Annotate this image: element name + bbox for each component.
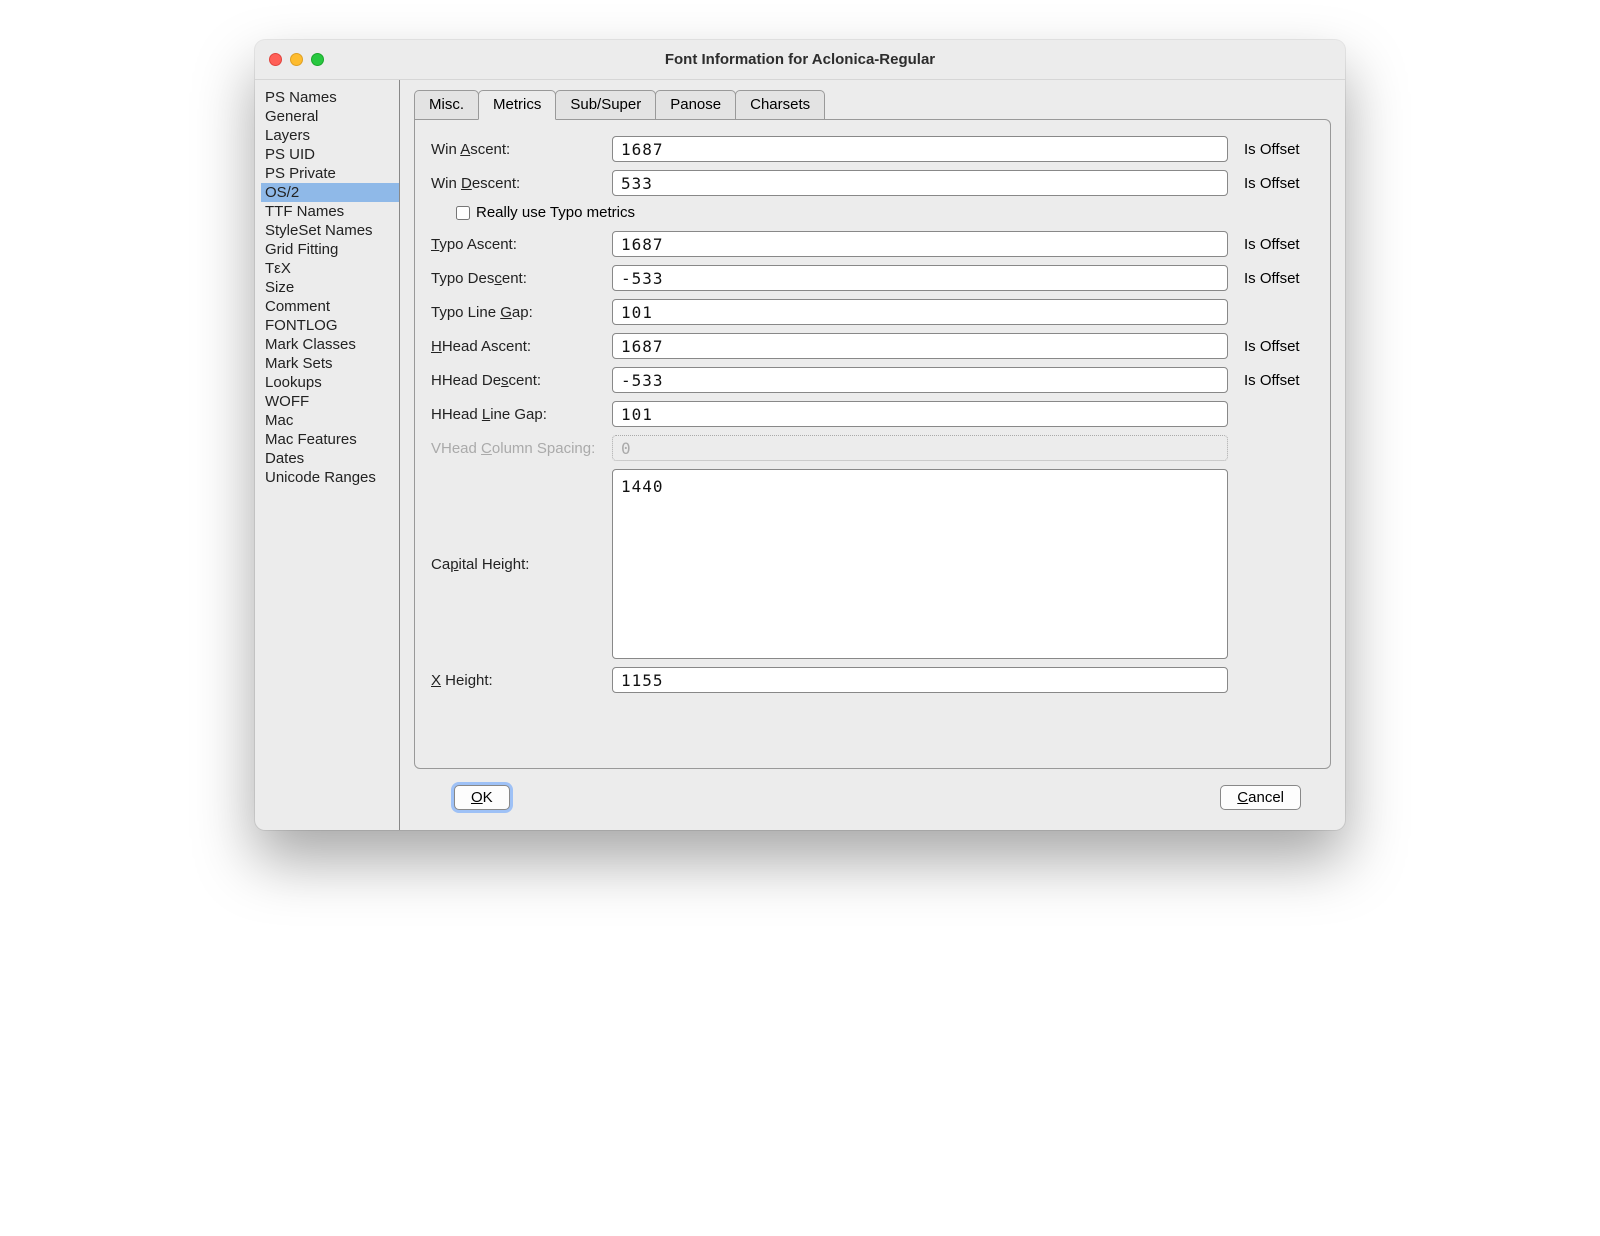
win-descent-input[interactable]	[612, 170, 1228, 196]
win-ascent-input[interactable]	[612, 136, 1228, 162]
win-ascent-label: Win Ascent:	[431, 141, 606, 158]
dialog-footer: OK Cancel	[414, 769, 1331, 830]
window-body: PS NamesGeneralLayersPS UIDPS PrivateOS/…	[255, 80, 1345, 830]
sidebar-item-ps-private[interactable]: PS Private	[261, 164, 399, 183]
hhead-line-gap-label: HHead Line Gap:	[431, 406, 606, 423]
sidebar-item-unicode-ranges[interactable]: Unicode Ranges	[261, 468, 399, 487]
sidebar-item-ps-names[interactable]: PS Names	[261, 88, 399, 107]
sidebar-item-mark-sets[interactable]: Mark Sets	[261, 354, 399, 373]
really-use-typo-checkbox[interactable]	[456, 206, 470, 220]
cancel-button[interactable]: Cancel	[1220, 785, 1301, 810]
sidebar-item-grid-fitting[interactable]: Grid Fitting	[261, 240, 399, 259]
metrics-panel: Win Ascent: Is Offset Win Descent: Is Of…	[414, 119, 1331, 769]
sidebar-item-mac[interactable]: Mac	[261, 411, 399, 430]
is-offset-label[interactable]: Is Offset	[1234, 338, 1314, 355]
sidebar-item-t-x[interactable]: TεX	[261, 259, 399, 278]
sidebar-item-woff[interactable]: WOFF	[261, 392, 399, 411]
hhead-descent-input[interactable]	[612, 367, 1228, 393]
vhead-col-spacing-label: VHead Column Spacing:	[431, 440, 606, 457]
vhead-col-spacing-input	[612, 435, 1228, 461]
x-height-input[interactable]	[612, 667, 1228, 693]
tab-bar: Misc.MetricsSub/SuperPanoseCharsets	[414, 90, 1331, 119]
sidebar-item-styleset-names[interactable]: StyleSet Names	[261, 221, 399, 240]
main-panel: Misc.MetricsSub/SuperPanoseCharsets Win …	[400, 80, 1345, 830]
is-offset-label[interactable]: Is Offset	[1234, 270, 1314, 287]
is-offset-label[interactable]: Is Offset	[1234, 236, 1314, 253]
titlebar: Font Information for Aclonica-Regular	[255, 40, 1345, 80]
sidebar-item-mark-classes[interactable]: Mark Classes	[261, 335, 399, 354]
tab-misc-[interactable]: Misc.	[414, 90, 479, 119]
sidebar-item-os-2[interactable]: OS/2	[261, 183, 399, 202]
sidebar-item-dates[interactable]: Dates	[261, 449, 399, 468]
really-use-typo-row[interactable]: Really use Typo metrics	[431, 204, 1314, 221]
hhead-ascent-label: HHead Ascent:	[431, 338, 606, 355]
is-offset-label[interactable]: Is Offset	[1234, 175, 1314, 192]
x-height-label: X Height:	[431, 672, 606, 689]
hhead-descent-label: HHead Descent:	[431, 372, 606, 389]
sidebar: PS NamesGeneralLayersPS UIDPS PrivateOS/…	[255, 80, 400, 830]
typo-ascent-label: Typo Ascent:	[431, 236, 606, 253]
ok-button[interactable]: OK	[454, 785, 510, 810]
sidebar-item-comment[interactable]: Comment	[261, 297, 399, 316]
tab-sub-super[interactable]: Sub/Super	[555, 90, 656, 119]
capital-height-label: Capital Height:	[431, 556, 606, 573]
hhead-ascent-input[interactable]	[612, 333, 1228, 359]
typo-descent-label: Typo Descent:	[431, 270, 606, 287]
window-title: Font Information for Aclonica-Regular	[255, 51, 1345, 68]
typo-ascent-input[interactable]	[612, 231, 1228, 257]
typo-descent-input[interactable]	[612, 265, 1228, 291]
is-offset-label[interactable]: Is Offset	[1234, 372, 1314, 389]
typo-line-gap-label: Typo Line Gap:	[431, 304, 606, 321]
typo-line-gap-input[interactable]	[612, 299, 1228, 325]
font-info-window: Font Information for Aclonica-Regular PS…	[255, 40, 1345, 830]
sidebar-item-ps-uid[interactable]: PS UID	[261, 145, 399, 164]
tab-charsets[interactable]: Charsets	[735, 90, 825, 119]
sidebar-item-layers[interactable]: Layers	[261, 126, 399, 145]
sidebar-item-general[interactable]: General	[261, 107, 399, 126]
is-offset-label[interactable]: Is Offset	[1234, 141, 1314, 158]
capital-height-input[interactable]: 1440	[612, 469, 1228, 659]
tab-metrics[interactable]: Metrics	[478, 90, 556, 120]
sidebar-item-size[interactable]: Size	[261, 278, 399, 297]
sidebar-item-lookups[interactable]: Lookups	[261, 373, 399, 392]
sidebar-item-fontlog[interactable]: FONTLOG	[261, 316, 399, 335]
sidebar-item-ttf-names[interactable]: TTF Names	[261, 202, 399, 221]
tab-panose[interactable]: Panose	[655, 90, 736, 119]
hhead-line-gap-input[interactable]	[612, 401, 1228, 427]
win-descent-label: Win Descent:	[431, 175, 606, 192]
really-use-typo-label: Really use Typo metrics	[476, 204, 635, 221]
sidebar-item-mac-features[interactable]: Mac Features	[261, 430, 399, 449]
